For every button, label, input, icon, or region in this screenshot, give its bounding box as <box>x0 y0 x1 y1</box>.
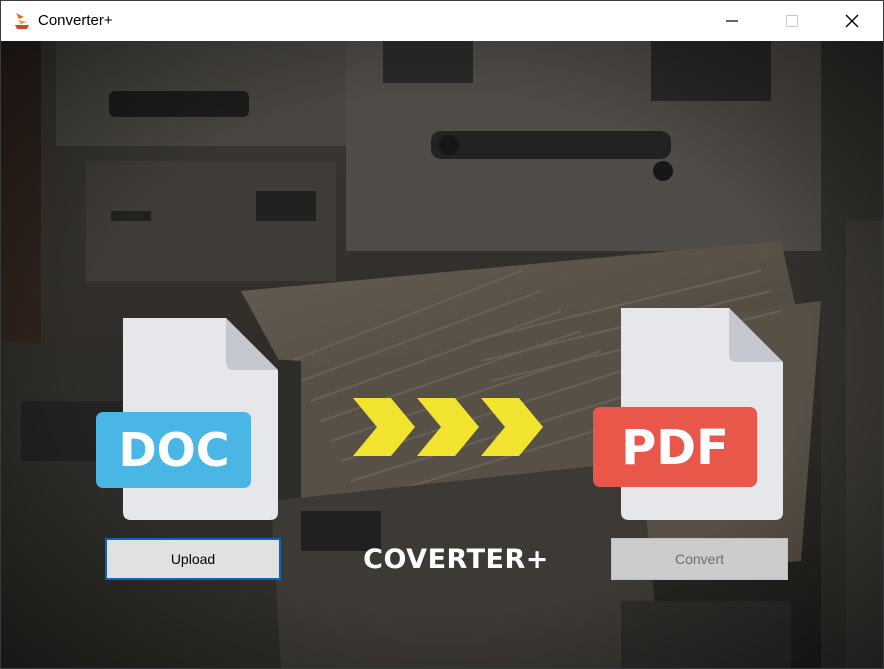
brand-logo-text: COVERTER+ <box>363 544 549 575</box>
close-button[interactable] <box>829 1 875 41</box>
minimize-button[interactable] <box>709 1 755 41</box>
pdf-file-icon: PDF <box>593 308 783 520</box>
minimize-icon <box>726 20 738 22</box>
title-bar[interactable]: Converter+ <box>1 1 883 41</box>
doc-file-icon: DOC <box>96 318 278 520</box>
pdf-label: PDF <box>621 420 729 476</box>
convert-button[interactable]: Convert <box>611 538 788 580</box>
app-window: Converter+ DOC PDF Upload COVERTER+ Conv… <box>0 0 884 669</box>
triple-chevron-right-icon <box>353 398 543 456</box>
close-icon <box>845 14 859 28</box>
app-icon <box>15 13 29 29</box>
doc-label: DOC <box>118 423 229 477</box>
maximize-button[interactable] <box>769 1 815 41</box>
maximize-icon <box>786 15 798 27</box>
upload-button[interactable]: Upload <box>105 538 281 580</box>
window-title: Converter+ <box>38 12 113 29</box>
main-panel: DOC PDF Upload COVERTER+ Convert <box>1 41 883 668</box>
